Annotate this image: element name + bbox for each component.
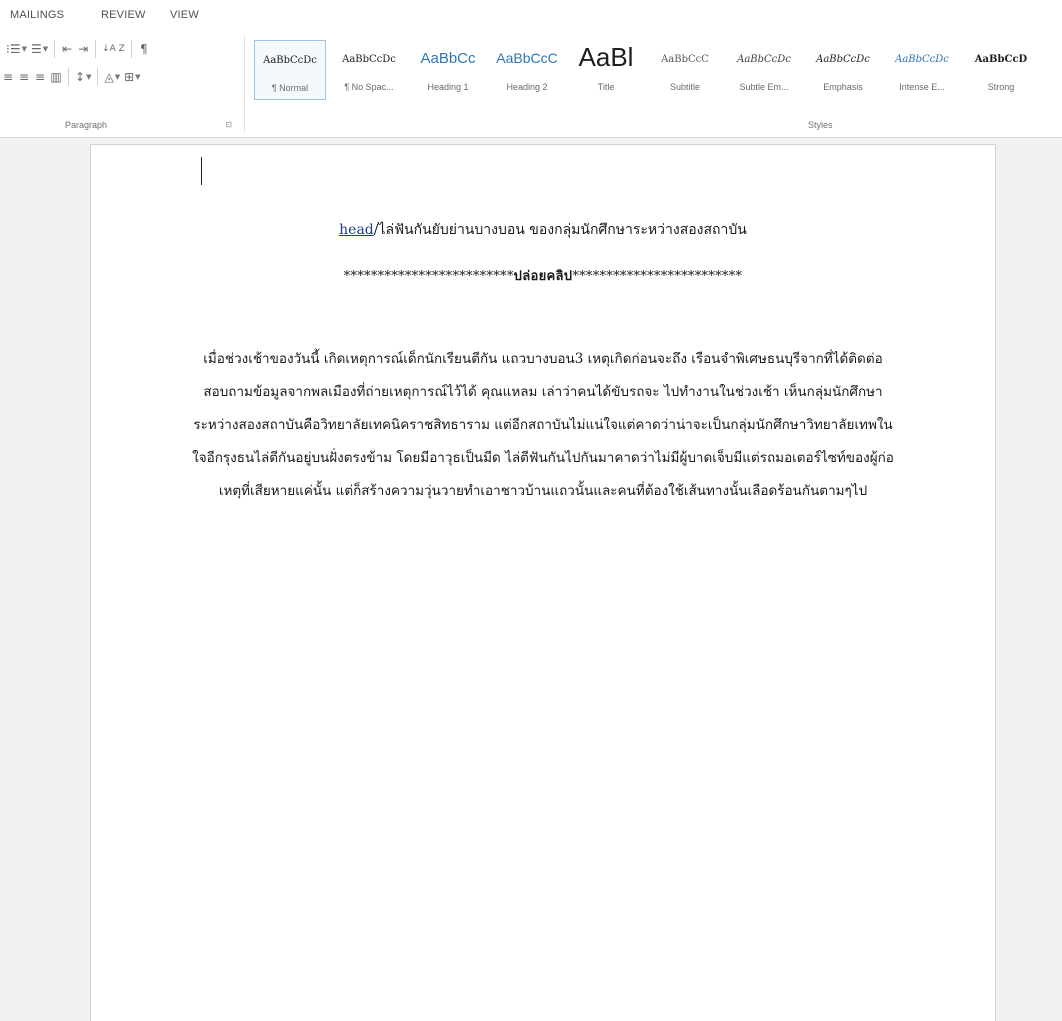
numbering-button[interactable]: ☰ ▼ <box>29 39 50 59</box>
show-formatting-button[interactable]: ¶ <box>136 39 152 59</box>
style-tile[interactable]: AaBbCcDc Emphasis <box>807 40 879 100</box>
decrease-indent-button[interactable]: ⇤ <box>59 39 75 59</box>
style-tile[interactable]: AaBbCcDc Intense E... <box>886 40 958 100</box>
paragraph-group-label: Paragraph <box>65 120 108 130</box>
tab-review[interactable]: REVIEW <box>101 9 146 21</box>
chevron-down-icon: ▼ <box>86 73 92 81</box>
numbering-icon: ☰ <box>30 42 42 56</box>
group-divider <box>244 36 245 132</box>
style-sample: AaBbCc <box>420 50 476 67</box>
style-sample: AaBbCcDc <box>263 55 317 66</box>
style-tile[interactable]: AaBbCcDc Subtle Em... <box>728 40 800 100</box>
style-name: Emphasis <box>823 82 863 92</box>
clip-stars-right: ************************* <box>572 269 743 284</box>
borders-icon: ⊞ <box>124 70 135 84</box>
style-name: Heading 1 <box>427 82 469 92</box>
increase-indent-button[interactable]: ⇥ <box>75 39 91 59</box>
borders-button[interactable]: ⊞ ▼ <box>122 67 142 87</box>
style-name: Intense E... <box>899 82 945 92</box>
style-sample: AaBbCcD <box>974 54 1028 65</box>
style-name: Heading 2 <box>506 82 548 92</box>
ribbon-tab-bar: MAILINGS REVIEW VIEW <box>0 0 1062 30</box>
style-name: Subtle Em... <box>739 82 789 92</box>
separator <box>68 68 69 86</box>
paragraph-row-2: ≡ ≡ ≡ ▥ ↕ ▼ ◬ ▼ ⊞ ▼ <box>0 66 143 88</box>
chevron-down-icon: ▼ <box>135 73 141 81</box>
bullets-button[interactable]: ⁝☰ ▼ <box>4 39 29 59</box>
clip-line: *************************ปล่อยคลิป******… <box>91 265 995 286</box>
style-tile[interactable]: AaBl Title <box>570 40 642 100</box>
styles-group-label: Styles <box>808 120 833 130</box>
style-name: ¶ No Spac... <box>344 82 394 92</box>
style-name: ¶ Normal <box>271 83 309 93</box>
style-name: Strong <box>987 82 1015 92</box>
line-spacing-icon: ↕ <box>75 70 86 84</box>
align-left-icon: ≡ <box>2 70 14 84</box>
align-center-icon: ≡ <box>18 70 30 84</box>
tab-view[interactable]: VIEW <box>170 9 199 21</box>
chevron-down-icon: ▼ <box>21 45 27 53</box>
line-spacing-button[interactable]: ↕ ▼ <box>73 67 93 87</box>
paragraph-row-1: ⁝☰ ▼ ☰ ▼ ⇤ ⇥ ↓A Z ¶ <box>4 38 152 60</box>
dialog-launcher-icon[interactable]: ⊡ <box>225 120 232 129</box>
style-sample: AaBbCcC <box>496 50 558 66</box>
align-right-button[interactable]: ≡ <box>32 67 48 87</box>
text-cursor <box>201 157 202 185</box>
document-body: เมื่อช่วงเช้าของวันนี้ เกิดเหตุการณ์เด็ก… <box>192 351 894 499</box>
head-link[interactable]: head <box>339 222 374 238</box>
style-sample: AaBbCcDc <box>895 54 949 65</box>
document-heading: head/ไล่ฟันกันยับย่านบางบอน ของกลุ่มนักศ… <box>91 219 995 241</box>
chevron-down-icon: ▼ <box>42 45 49 53</box>
justify-icon: ▥ <box>50 70 62 84</box>
decrease-indent-icon: ⇤ <box>62 42 73 56</box>
paragraph-group: ⁝☰ ▼ ☰ ▼ ⇤ ⇥ ↓A Z ¶ ≡ ≡ ≡ ▥ ↕ ▼ ◬ ▼ ⊞ ▼ Parag… <box>0 30 240 138</box>
align-center-button[interactable]: ≡ <box>16 67 32 87</box>
clip-label: ปล่อยคลิป <box>513 269 573 284</box>
shading-button[interactable]: ◬ ▼ <box>102 67 122 87</box>
document-page[interactable]: head/ไล่ฟันกันยับย่านบางบอน ของกลุ่มนักศ… <box>90 144 996 1021</box>
style-name: Subtitle <box>669 82 701 92</box>
align-right-icon: ≡ <box>34 70 46 84</box>
chevron-down-icon: ▼ <box>114 73 121 81</box>
style-tile[interactable]: AaBbCcC Subtitle <box>649 40 721 100</box>
style-tile[interactable]: AaBbCcC Heading 2 <box>491 40 563 100</box>
ribbon: ⁝☰ ▼ ☰ ▼ ⇤ ⇥ ↓A Z ¶ ≡ ≡ ≡ ▥ ↕ ▼ ◬ ▼ ⊞ ▼ Parag… <box>0 30 1062 138</box>
style-sample: AaBbCcDc <box>342 54 396 65</box>
style-sample: AaBbCcDc <box>737 54 791 65</box>
style-tile[interactable]: AaBbCc Heading 1 <box>412 40 484 100</box>
sort-button[interactable]: ↓A Z <box>100 39 127 59</box>
tab-mailings[interactable]: MAILINGS <box>10 9 64 21</box>
heading-text: /ไล่ฟันกันยับย่านบางบอน ของกลุ่มนักศึกษา… <box>373 222 747 238</box>
styles-group: AaBbCcDc ¶ Normal AaBbCcDc ¶ No Spac... AaBb… <box>248 30 1062 138</box>
justify-button[interactable]: ▥ <box>48 67 64 87</box>
style-tile[interactable]: AaBbCcD Strong <box>965 40 1037 100</box>
style-tile[interactable]: AaBbCcDc ¶ No Spac... <box>333 40 405 100</box>
style-sample: AaBl <box>578 42 634 72</box>
align-left-button[interactable]: ≡ <box>0 67 16 87</box>
pilcrow-icon: ¶ <box>140 42 148 56</box>
separator <box>130 40 132 58</box>
style-sample: AaBbCcC <box>661 54 709 65</box>
separator <box>54 40 56 58</box>
separator <box>95 40 97 58</box>
sort-icon: ↓A Z <box>102 44 125 54</box>
bullets-icon: ⁝☰ <box>6 42 21 56</box>
separator <box>97 68 99 86</box>
increase-indent-icon: ⇥ <box>78 42 89 56</box>
style-tile[interactable]: AaBbCcDc ¶ Normal <box>254 40 326 100</box>
style-sample: AaBbCcDc <box>816 54 870 65</box>
style-name: Title <box>597 82 615 92</box>
clip-stars-left: ************************* <box>343 269 514 284</box>
paint-bucket-icon: ◬ <box>104 70 114 84</box>
